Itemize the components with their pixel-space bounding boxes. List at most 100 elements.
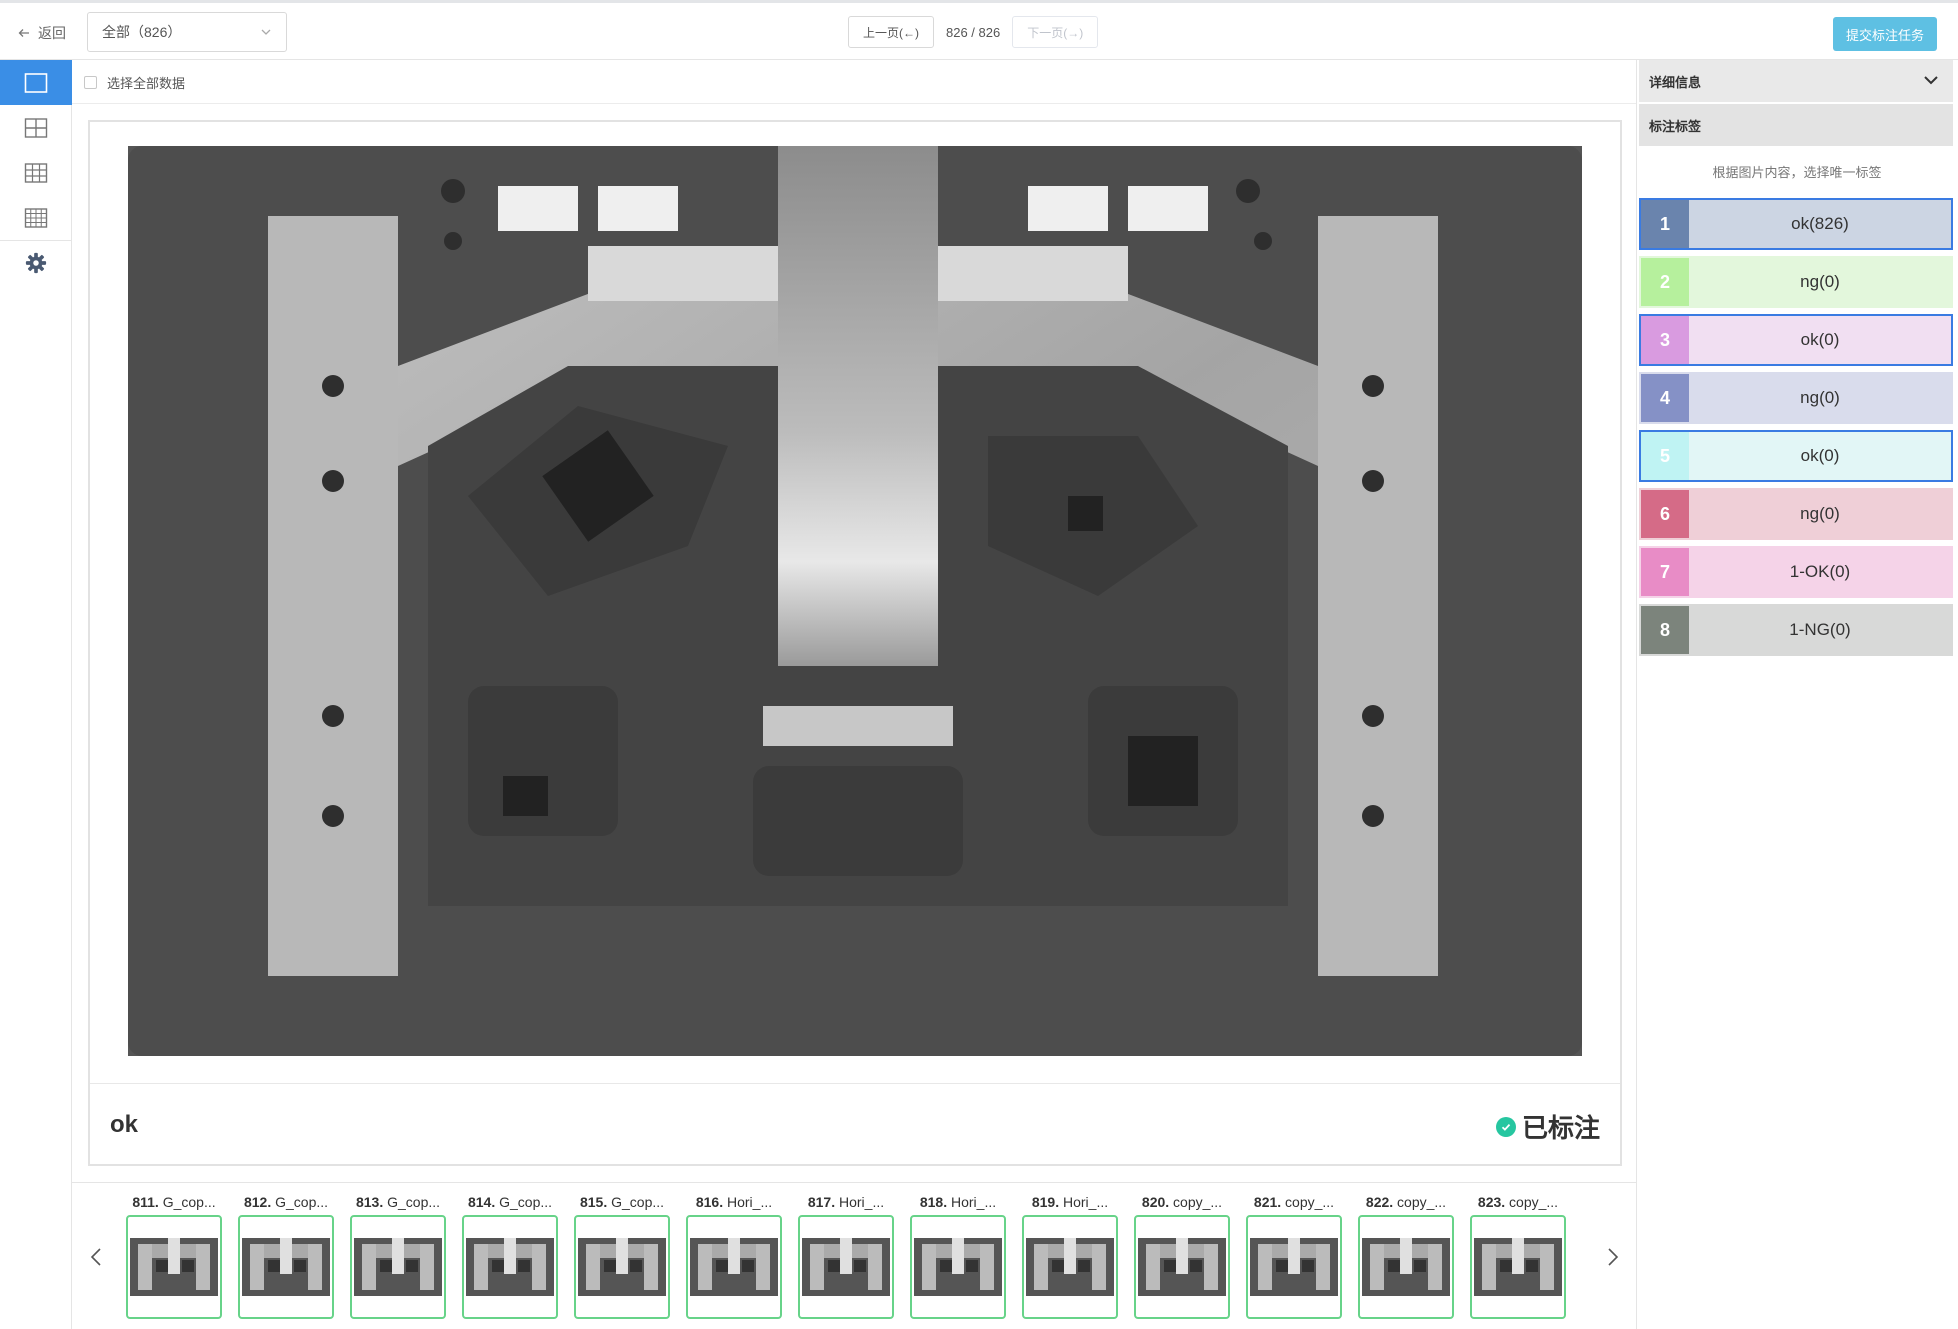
check-circle-icon (1495, 1116, 1516, 1137)
tag-option[interactable]: 6 ng(0) (1639, 488, 1953, 540)
filmstrip-thumb[interactable]: 811. G_cop... (126, 1192, 222, 1319)
thumb-filename: G_cop... (275, 1194, 329, 1210)
thumb-filename: copy_... (1397, 1194, 1447, 1210)
tag-option[interactable]: 5 ok(0) (1639, 430, 1953, 482)
divider (72, 1182, 1636, 1183)
filmstrip-thumb[interactable]: 817. Hori_... (798, 1192, 894, 1319)
filmstrip-thumb[interactable]: 822. copy_... (1358, 1192, 1454, 1319)
filmstrip-thumb[interactable]: 812. G_cop... (238, 1192, 334, 1319)
filmstrip-thumb[interactable]: 813. G_cop... (350, 1192, 446, 1319)
thumb-number: 818. (919, 1194, 948, 1210)
tag-option[interactable]: 8 1-NG(0) (1639, 604, 1953, 656)
filmstrip-thumb[interactable]: 818. Hori_... (910, 1192, 1006, 1319)
thumb-filename: copy_... (1509, 1194, 1559, 1210)
thumb-label: 821. copy_... (1246, 1192, 1342, 1212)
right-panel: 详细信息 标注标签 根据图片内容，选择唯一标签 1 ok(826) 2 ng(0) 3 o… (1636, 60, 1958, 1329)
thumb-image (690, 1238, 778, 1296)
main-image[interactable] (128, 146, 1582, 1056)
single-view-icon (24, 72, 48, 93)
status-label: 已标注 (1521, 1113, 1600, 1143)
thumb-number: 823. (1477, 1194, 1506, 1210)
thumb-filename: Hori_... (1063, 1194, 1109, 1210)
tag-label: ng(0) (1800, 504, 1840, 523)
thumb-label: 819. Hori_... (1022, 1192, 1118, 1212)
grid-2x2-button[interactable] (0, 105, 72, 150)
thumb-filename: copy_... (1173, 1194, 1223, 1210)
filmstrip-thumb[interactable]: 816. Hori_... (686, 1192, 782, 1319)
thumb-frame[interactable] (686, 1215, 782, 1319)
filmstrip-next-button[interactable] (1605, 1245, 1621, 1269)
back-button[interactable]: 返回 (18, 23, 66, 43)
tag-label: ok(0) (1800, 446, 1840, 465)
tag-number: 1 (1641, 200, 1689, 248)
thumb-number: 814. (467, 1194, 496, 1210)
thumb-image (1138, 1238, 1226, 1296)
filmstrip-thumb[interactable]: 823. copy_... (1470, 1192, 1566, 1319)
thumb-frame[interactable] (798, 1215, 894, 1319)
tag-number: 5 (1641, 432, 1689, 480)
submit-task-button[interactable]: 提交标注任务 (1833, 17, 1937, 51)
thumb-label: 820. copy_... (1134, 1192, 1230, 1212)
tag-option[interactable]: 1 ok(826) (1639, 198, 1953, 250)
filmstrip-thumb[interactable]: 814. G_cop... (462, 1192, 558, 1319)
single-view-button[interactable] (0, 60, 72, 105)
pcb-image (128, 146, 1582, 1056)
thumb-filename: Hori_... (839, 1194, 885, 1210)
thumb-frame[interactable] (462, 1215, 558, 1319)
thumb-label: 818. Hori_... (910, 1192, 1006, 1212)
thumb-image (354, 1238, 442, 1296)
thumb-frame[interactable] (126, 1215, 222, 1319)
tag-label: 1-OK(0) (1789, 562, 1851, 581)
grid-3x3-button[interactable] (0, 150, 72, 195)
arrow-left-icon (18, 29, 29, 37)
thumb-frame[interactable] (910, 1215, 1006, 1319)
tag-option[interactable]: 7 1-OK(0) (1639, 546, 1953, 598)
thumb-frame[interactable] (1022, 1215, 1118, 1319)
grid-3x3-icon (24, 162, 48, 183)
thumb-image (1362, 1238, 1450, 1296)
image-viewer: ok 已标注 (88, 120, 1622, 1166)
thumb-filename: G_cop... (499, 1194, 553, 1210)
thumb-frame[interactable] (1358, 1215, 1454, 1319)
tag-number: 3 (1641, 316, 1689, 364)
tag-label: 1-NG(0) (1789, 620, 1851, 639)
thumb-number: 812. (243, 1194, 272, 1210)
thumb-number: 820. (1141, 1194, 1170, 1210)
tag-option[interactable]: 2 ng(0) (1639, 256, 1953, 308)
details-section-header[interactable]: 详细信息 (1639, 60, 1953, 102)
thumb-image (1026, 1238, 1114, 1296)
gear-icon (25, 252, 47, 274)
settings-button[interactable] (0, 240, 72, 285)
top-bar: 返回 全部（826） 上一页(←) 826 / 826 下一页(→) 提交标注任… (0, 0, 1958, 60)
thumb-filename: copy_... (1285, 1194, 1335, 1210)
thumb-frame[interactable] (1246, 1215, 1342, 1319)
thumb-frame[interactable] (574, 1215, 670, 1319)
grid-4x4-button[interactable] (0, 195, 72, 240)
thumb-frame[interactable] (350, 1215, 446, 1319)
tag-number: 4 (1641, 374, 1689, 422)
tag-option[interactable]: 3 ok(0) (1639, 314, 1953, 366)
filter-select[interactable]: 全部（826） (87, 12, 287, 52)
tag-label: ng(0) (1800, 272, 1840, 291)
thumb-filename: Hori_... (727, 1194, 773, 1210)
thumb-number: 822. (1365, 1194, 1394, 1210)
checkbox-box[interactable] (84, 76, 97, 89)
thumb-image (242, 1238, 330, 1296)
thumb-frame[interactable] (1470, 1215, 1566, 1319)
prev-page-button[interactable]: 上一页(←) (848, 16, 934, 48)
filmstrip-thumb[interactable]: 819. Hori_... (1022, 1192, 1118, 1319)
tag-option[interactable]: 4 ng(0) (1639, 372, 1953, 424)
filmstrip: 811. G_cop... 812. G_cop... 813. G_cop... 8… (126, 1192, 1566, 1319)
divider (90, 1083, 1620, 1084)
chevron-right-icon (1608, 1248, 1619, 1266)
select-all-checkbox[interactable]: 选择全部数据 (84, 73, 185, 92)
filmstrip-thumb[interactable]: 821. copy_... (1246, 1192, 1342, 1319)
next-page-button[interactable]: 下一页(→) (1012, 16, 1099, 48)
thumb-label: 823. copy_... (1470, 1192, 1566, 1212)
thumb-frame[interactable] (238, 1215, 334, 1319)
filmstrip-thumb[interactable]: 815. G_cop... (574, 1192, 670, 1319)
filmstrip-thumb[interactable]: 820. copy_... (1134, 1192, 1230, 1319)
thumb-label: 815. G_cop... (574, 1192, 670, 1212)
filmstrip-prev-button[interactable] (88, 1245, 104, 1269)
thumb-frame[interactable] (1134, 1215, 1230, 1319)
